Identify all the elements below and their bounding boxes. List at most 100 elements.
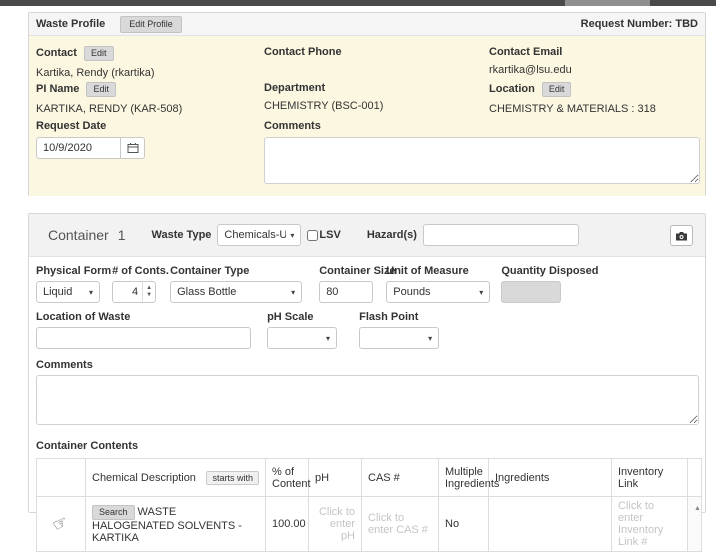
stepper-down-icon[interactable]: ▼: [146, 292, 152, 299]
container-title-text: Container: [48, 227, 109, 243]
flash-point-field: Flash Point ▾: [359, 311, 439, 349]
search-button[interactable]: Search: [92, 505, 135, 520]
inventory-link-header: Inventory Link: [612, 459, 688, 497]
profile-comments-field: Comments: [264, 120, 700, 187]
ph-scale-field: pH Scale ▾: [267, 311, 337, 349]
profile-comments-textarea[interactable]: [264, 137, 700, 184]
contact-phone-label: Contact Phone: [264, 46, 342, 58]
location-field: Location Edit CHEMISTRY & MATERIALS : 31…: [489, 82, 656, 115]
cas-cell[interactable]: Click to enter CAS #: [362, 497, 439, 552]
ph-cell[interactable]: Click to enter pH: [309, 497, 362, 552]
physical-form-field: Physical Form Liquid ▾: [36, 265, 102, 303]
location-value: CHEMISTRY & MATERIALS : 318: [489, 103, 656, 115]
unit-of-measure-value: Pounds: [393, 286, 475, 298]
hazards-input[interactable]: [423, 224, 579, 246]
container-comments-textarea[interactable]: [36, 375, 699, 425]
location-of-waste-label: Location of Waste: [36, 311, 251, 323]
location-of-waste-input[interactable]: [36, 327, 251, 349]
unit-of-measure-label: Unit of Measure: [386, 265, 492, 277]
container-number: 1: [118, 227, 126, 243]
profile-comments-label: Comments: [264, 120, 321, 132]
starts-with-button[interactable]: starts with: [206, 471, 259, 485]
container-row-2: Location of Waste pH Scale ▾ Flash Point…: [36, 311, 698, 349]
row-selector-cell[interactable]: ☞: [37, 497, 86, 552]
container-panel: Container 1 Waste Type Chemicals-Used ▾ …: [28, 213, 706, 513]
waste-profile-body: Contact Edit Kartika, Rendy (rkartika) C…: [29, 36, 705, 196]
contact-field: Contact Edit Kartika, Rendy (rkartika): [36, 46, 155, 79]
table-scrollbar[interactable]: ▲: [688, 497, 702, 552]
ph-scale-select[interactable]: ▾: [267, 327, 337, 349]
contact-email-value: rkartika@lsu.edu: [489, 64, 572, 76]
request-date-field: Request Date 10/9/2020: [36, 120, 145, 159]
camera-button[interactable]: [670, 225, 693, 246]
waste-type-value: Chemicals-Used: [224, 229, 286, 241]
top-scrollbar-track[interactable]: [0, 0, 716, 6]
container-type-field: Container Type Glass Bottle ▾: [170, 265, 304, 303]
chevron-down-icon: ▾: [291, 288, 295, 297]
container-type-label: Container Type: [170, 265, 304, 277]
contact-edit-button[interactable]: Edit: [84, 46, 114, 61]
calendar-icon: [127, 142, 139, 154]
ingredients-cell[interactable]: [489, 497, 612, 552]
pi-name-edit-button[interactable]: Edit: [86, 82, 116, 97]
table-header-row: Chemical Description starts with % of Co…: [37, 459, 702, 497]
inventory-link-cell[interactable]: Click to enter Inventory Link #: [612, 497, 688, 552]
num-conts-field: # of Conts. 4 ▲▼: [112, 265, 158, 303]
waste-profile-header: Waste Profile Edit Profile Request Numbe…: [29, 13, 705, 36]
row-selector-header: [37, 459, 86, 497]
num-conts-stepper[interactable]: 4 ▲▼: [112, 281, 156, 303]
quantity-disposed-label: Quantity Disposed: [501, 265, 563, 277]
quantity-disposed-input: [501, 281, 561, 303]
scrollbar-header-cell: [688, 459, 702, 497]
stepper-up-icon[interactable]: ▲: [146, 285, 152, 292]
chemical-description-header: Chemical Description starts with: [86, 459, 266, 497]
container-contents-table: Chemical Description starts with % of Co…: [36, 458, 702, 552]
multiple-ingredients-cell[interactable]: No: [439, 497, 489, 552]
contact-email-label: Contact Email: [489, 46, 562, 58]
physical-form-label: Physical Form: [36, 265, 102, 277]
unit-of-measure-select[interactable]: Pounds ▾: [386, 281, 490, 303]
container-size-input[interactable]: 80: [319, 281, 373, 303]
chevron-down-icon: ▾: [89, 288, 93, 297]
container-contents-label: Container Contents: [36, 440, 698, 452]
container-row-1: Physical Form Liquid ▾ # of Conts. 4 ▲▼ …: [36, 265, 698, 303]
chevron-down-icon: ▾: [326, 334, 330, 343]
physical-form-value: Liquid: [43, 286, 85, 298]
chevron-down-icon: ▾: [290, 231, 294, 240]
department-label: Department: [264, 82, 325, 94]
container-comments-label: Comments: [36, 359, 698, 371]
multiple-ingredients-header: Multiple Ingredients: [439, 459, 489, 497]
container-comments-field: Comments: [36, 359, 698, 428]
flash-point-label: Flash Point: [359, 311, 439, 323]
chemical-description-header-label: Chemical Description: [92, 472, 196, 484]
chemical-description-cell[interactable]: SearchWASTE HALOGENATED SOLVENTS - KARTI…: [86, 497, 266, 552]
stepper-arrows[interactable]: ▲▼: [142, 282, 155, 302]
waste-type-select[interactable]: Chemicals-Used ▾: [217, 224, 301, 246]
contact-phone-field: Contact Phone: [264, 46, 342, 64]
top-scrollbar-thumb[interactable]: [565, 0, 650, 6]
container-size-label: Container Size: [319, 265, 375, 277]
pointing-hand-icon[interactable]: ☞: [50, 512, 73, 537]
container-type-select[interactable]: Glass Bottle ▾: [170, 281, 302, 303]
location-edit-button[interactable]: Edit: [542, 82, 572, 97]
waste-profile-title: Waste Profile: [36, 18, 105, 30]
unit-of-measure-field: Unit of Measure Pounds ▾: [386, 265, 492, 303]
location-label: Location: [489, 83, 535, 95]
department-field: Department CHEMISTRY (BSC-001): [264, 82, 383, 112]
lsv-checkbox-group: LSV: [307, 229, 340, 241]
pct-of-content-header: % of Content: [266, 459, 309, 497]
ph-scale-label: pH Scale: [267, 311, 337, 323]
edit-profile-button[interactable]: Edit Profile: [120, 16, 182, 33]
ingredients-header: Ingredients: [489, 459, 612, 497]
camera-icon: [675, 231, 688, 241]
lsv-label: LSV: [319, 229, 340, 241]
flash-point-select[interactable]: ▾: [359, 327, 439, 349]
scroll-up-icon[interactable]: ▲: [694, 505, 701, 512]
contact-label: Contact: [36, 47, 77, 59]
request-date-input[interactable]: 10/9/2020: [36, 137, 121, 159]
container-form: Physical Form Liquid ▾ # of Conts. 4 ▲▼ …: [29, 257, 705, 552]
pct-of-content-cell[interactable]: 100.00: [266, 497, 309, 552]
lsv-checkbox[interactable]: [307, 230, 318, 241]
physical-form-select[interactable]: Liquid ▾: [36, 281, 100, 303]
calendar-button[interactable]: [121, 137, 145, 159]
